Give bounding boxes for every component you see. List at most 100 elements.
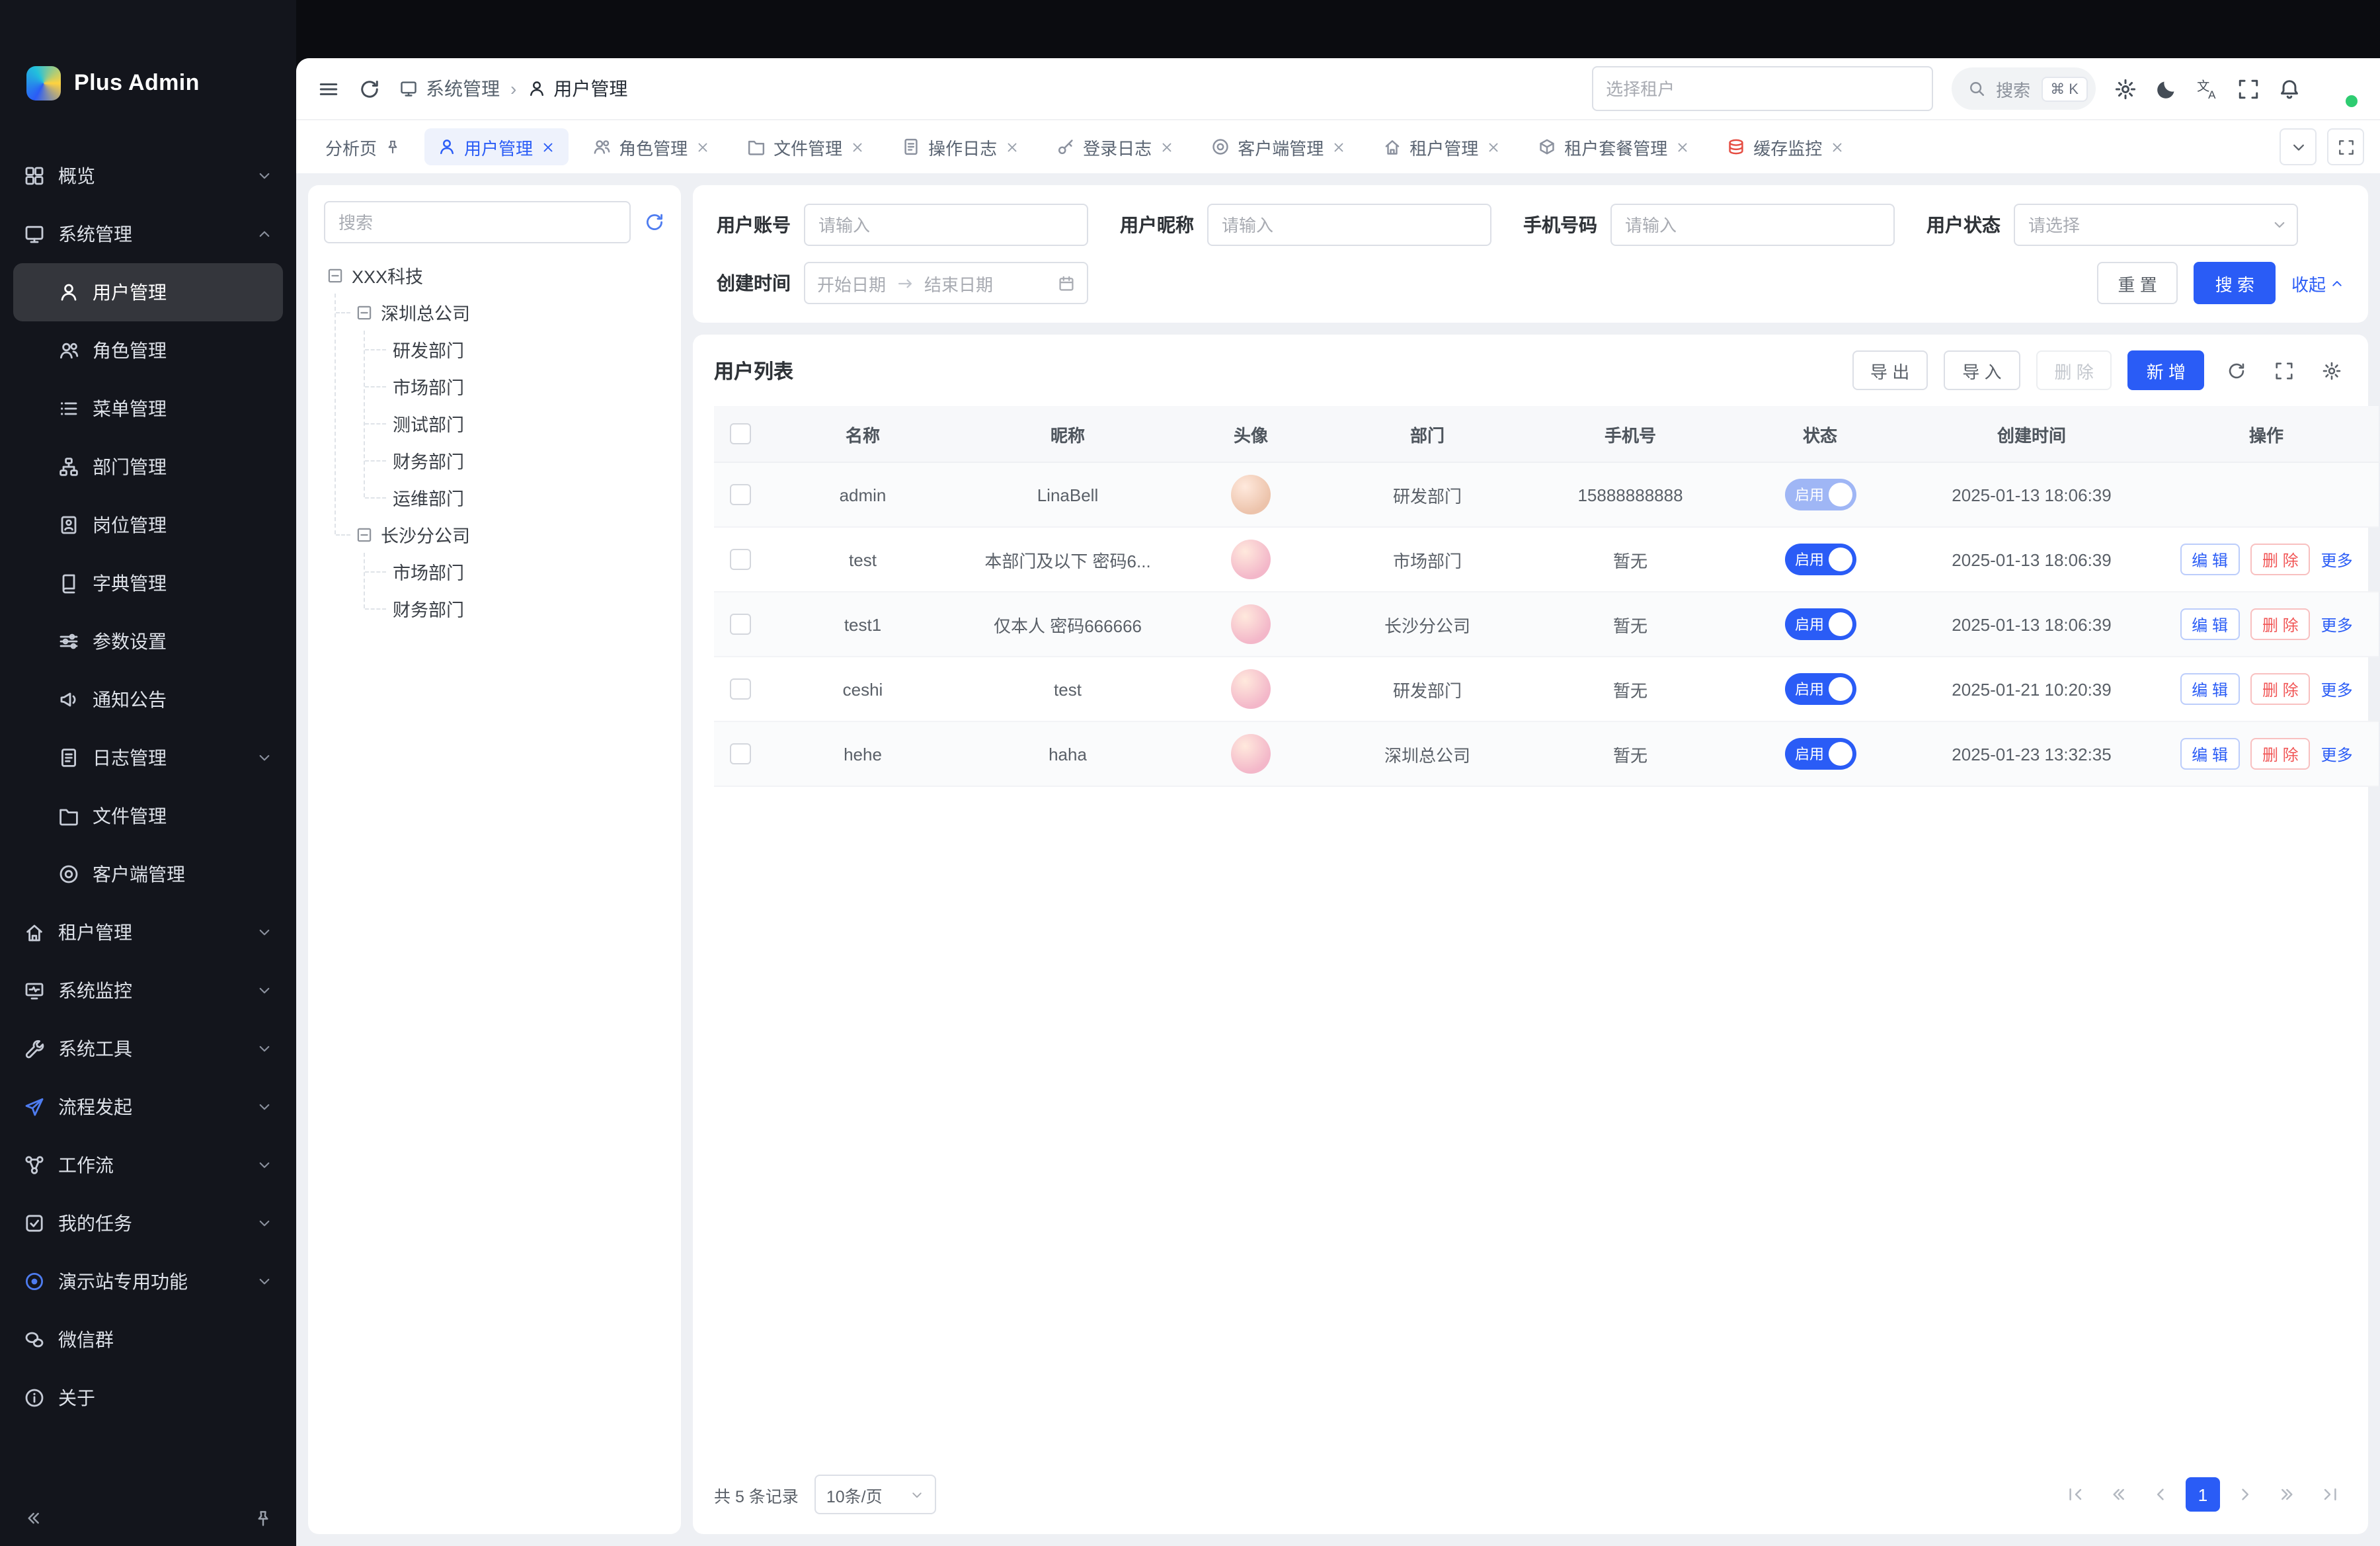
sidebar-item[interactable]: 系统管理 bbox=[13, 205, 283, 263]
tab[interactable]: 缓存监控 bbox=[1714, 128, 1858, 165]
filter-input[interactable] bbox=[1207, 204, 1491, 246]
translate-icon[interactable] bbox=[2196, 77, 2219, 100]
tab[interactable]: 分析页 bbox=[312, 128, 414, 165]
expander-icon[interactable] bbox=[356, 304, 373, 321]
edit-button[interactable]: 编 辑 bbox=[2180, 544, 2240, 575]
tree-node[interactable]: 测试部门 bbox=[324, 405, 665, 442]
close-icon[interactable] bbox=[1830, 140, 1844, 154]
status-toggle[interactable]: 启用 bbox=[1784, 479, 1856, 510]
more-link[interactable]: 更多 bbox=[2321, 613, 2353, 635]
sidebar-item[interactable]: 用户管理 bbox=[13, 263, 283, 321]
dark-mode-moon-icon[interactable] bbox=[2155, 77, 2178, 100]
close-icon[interactable] bbox=[1486, 140, 1501, 154]
first-page-button[interactable] bbox=[2059, 1477, 2093, 1512]
tabs-dropdown-button[interactable] bbox=[2280, 128, 2317, 165]
filter-input[interactable] bbox=[2014, 204, 2298, 246]
tab[interactable]: 租户管理 bbox=[1370, 128, 1514, 165]
close-icon[interactable] bbox=[541, 140, 555, 154]
sidebar-item[interactable]: 工作流 bbox=[13, 1136, 283, 1194]
table-settings-button[interactable] bbox=[2315, 354, 2347, 386]
tree-node[interactable]: 财务部门 bbox=[324, 590, 665, 627]
status-toggle[interactable]: 启用 bbox=[1784, 673, 1856, 705]
more-link[interactable]: 更多 bbox=[2321, 548, 2353, 571]
sidebar-item[interactable]: 演示站专用功能 bbox=[13, 1252, 283, 1311]
tab[interactable]: 租户套餐管理 bbox=[1525, 128, 1703, 165]
close-icon[interactable] bbox=[1160, 140, 1174, 154]
tree-node[interactable]: 市场部门 bbox=[324, 368, 665, 405]
tree-refresh-icon[interactable] bbox=[644, 212, 665, 233]
user-avatar[interactable] bbox=[2319, 69, 2359, 108]
sidebar-item[interactable]: 参数设置 bbox=[13, 612, 283, 671]
filter-input[interactable] bbox=[804, 204, 1088, 246]
tab[interactable]: 文件管理 bbox=[734, 128, 878, 165]
tree-node[interactable]: XXX科技 bbox=[324, 257, 665, 294]
export-button[interactable]: 导 出 bbox=[1852, 350, 1928, 390]
tab[interactable]: 客户端管理 bbox=[1198, 128, 1359, 165]
row-checkbox[interactable] bbox=[730, 549, 751, 571]
close-icon[interactable] bbox=[695, 140, 710, 154]
next-page-button[interactable] bbox=[2228, 1477, 2262, 1512]
tree-node[interactable]: 市场部门 bbox=[324, 553, 665, 590]
delete-button[interactable]: 删 除 bbox=[2250, 673, 2311, 705]
more-link[interactable]: 更多 bbox=[2321, 743, 2353, 765]
tree-node[interactable]: 财务部门 bbox=[324, 442, 665, 479]
close-icon[interactable] bbox=[1005, 140, 1019, 154]
last-page-button[interactable] bbox=[2313, 1477, 2347, 1512]
sidebar-item[interactable]: 部门管理 bbox=[13, 438, 283, 496]
date-range-picker[interactable]: 开始日期 结束日期 bbox=[804, 262, 1088, 304]
import-button[interactable]: 导 入 bbox=[1944, 350, 2020, 390]
status-toggle[interactable]: 启用 bbox=[1784, 608, 1856, 640]
notifications-bell-icon[interactable] bbox=[2278, 77, 2301, 100]
sidebar-item[interactable]: 日志管理 bbox=[13, 729, 283, 787]
sidebar-item[interactable]: 系统工具 bbox=[13, 1020, 283, 1078]
add-button[interactable]: 新 增 bbox=[2128, 350, 2204, 390]
sidebar-item[interactable]: 关于 bbox=[13, 1369, 283, 1427]
tree-node[interactable]: 长沙分公司 bbox=[324, 516, 665, 553]
sidebar-item[interactable]: 微信群 bbox=[13, 1311, 283, 1369]
sidebar-item[interactable]: 字典管理 bbox=[13, 554, 283, 612]
settings-gear-icon[interactable] bbox=[2114, 77, 2137, 100]
tab[interactable]: 登录日志 bbox=[1043, 128, 1187, 165]
hamburger-menu-icon[interactable] bbox=[317, 77, 340, 100]
breadcrumb-item[interactable]: 系统管理 bbox=[399, 75, 500, 102]
sidebar-item[interactable]: 流程发起 bbox=[13, 1078, 283, 1136]
status-toggle[interactable]: 启用 bbox=[1784, 544, 1856, 575]
collapse-filters-link[interactable]: 收起 bbox=[2291, 270, 2344, 296]
expander-icon[interactable] bbox=[327, 266, 344, 284]
row-checkbox[interactable] bbox=[730, 614, 751, 635]
row-checkbox[interactable] bbox=[730, 744, 751, 765]
tab[interactable]: 操作日志 bbox=[889, 128, 1033, 165]
refresh-icon[interactable] bbox=[358, 77, 381, 100]
collapse-sidebar-icon[interactable] bbox=[24, 1509, 42, 1527]
select-all-checkbox[interactable] bbox=[730, 424, 751, 445]
edit-button[interactable]: 编 辑 bbox=[2180, 738, 2240, 770]
delete-button[interactable]: 删 除 bbox=[2250, 738, 2311, 770]
filter-input[interactable] bbox=[1610, 204, 1895, 246]
close-icon[interactable] bbox=[1675, 140, 1690, 154]
tree-node[interactable]: 研发部门 bbox=[324, 331, 665, 368]
page-size-select[interactable]: 10条/页 bbox=[814, 1475, 936, 1514]
close-icon[interactable] bbox=[1331, 140, 1346, 154]
breadcrumb-item-current[interactable]: 用户管理 bbox=[527, 75, 627, 102]
table-fullscreen-button[interactable] bbox=[2268, 354, 2299, 386]
sidebar-item[interactable]: 岗位管理 bbox=[13, 496, 283, 554]
prev-page-button[interactable] bbox=[2143, 1477, 2178, 1512]
sidebar-item[interactable]: 概览 bbox=[13, 147, 283, 205]
tenant-select-input[interactable] bbox=[1591, 66, 1932, 111]
sidebar-item[interactable]: 角色管理 bbox=[13, 321, 283, 380]
sidebar-item[interactable]: 我的任务 bbox=[13, 1194, 283, 1252]
tree-node[interactable]: 运维部门 bbox=[324, 479, 665, 516]
table-refresh-button[interactable] bbox=[2220, 354, 2252, 386]
pin-sidebar-icon[interactable] bbox=[254, 1509, 272, 1527]
jump-forward-button[interactable] bbox=[2270, 1477, 2305, 1512]
batch-delete-button[interactable]: 删 除 bbox=[2036, 350, 2112, 390]
delete-button[interactable]: 删 除 bbox=[2250, 544, 2311, 575]
more-link[interactable]: 更多 bbox=[2321, 678, 2353, 700]
edit-button[interactable]: 编 辑 bbox=[2180, 608, 2240, 640]
status-toggle[interactable]: 启用 bbox=[1784, 738, 1856, 770]
sidebar-item[interactable]: 客户端管理 bbox=[13, 845, 283, 903]
edit-button[interactable]: 编 辑 bbox=[2180, 673, 2240, 705]
tab[interactable]: 角色管理 bbox=[579, 128, 723, 165]
tab[interactable]: 用户管理 bbox=[424, 128, 569, 165]
tree-node[interactable]: 深圳总公司 bbox=[324, 294, 665, 331]
